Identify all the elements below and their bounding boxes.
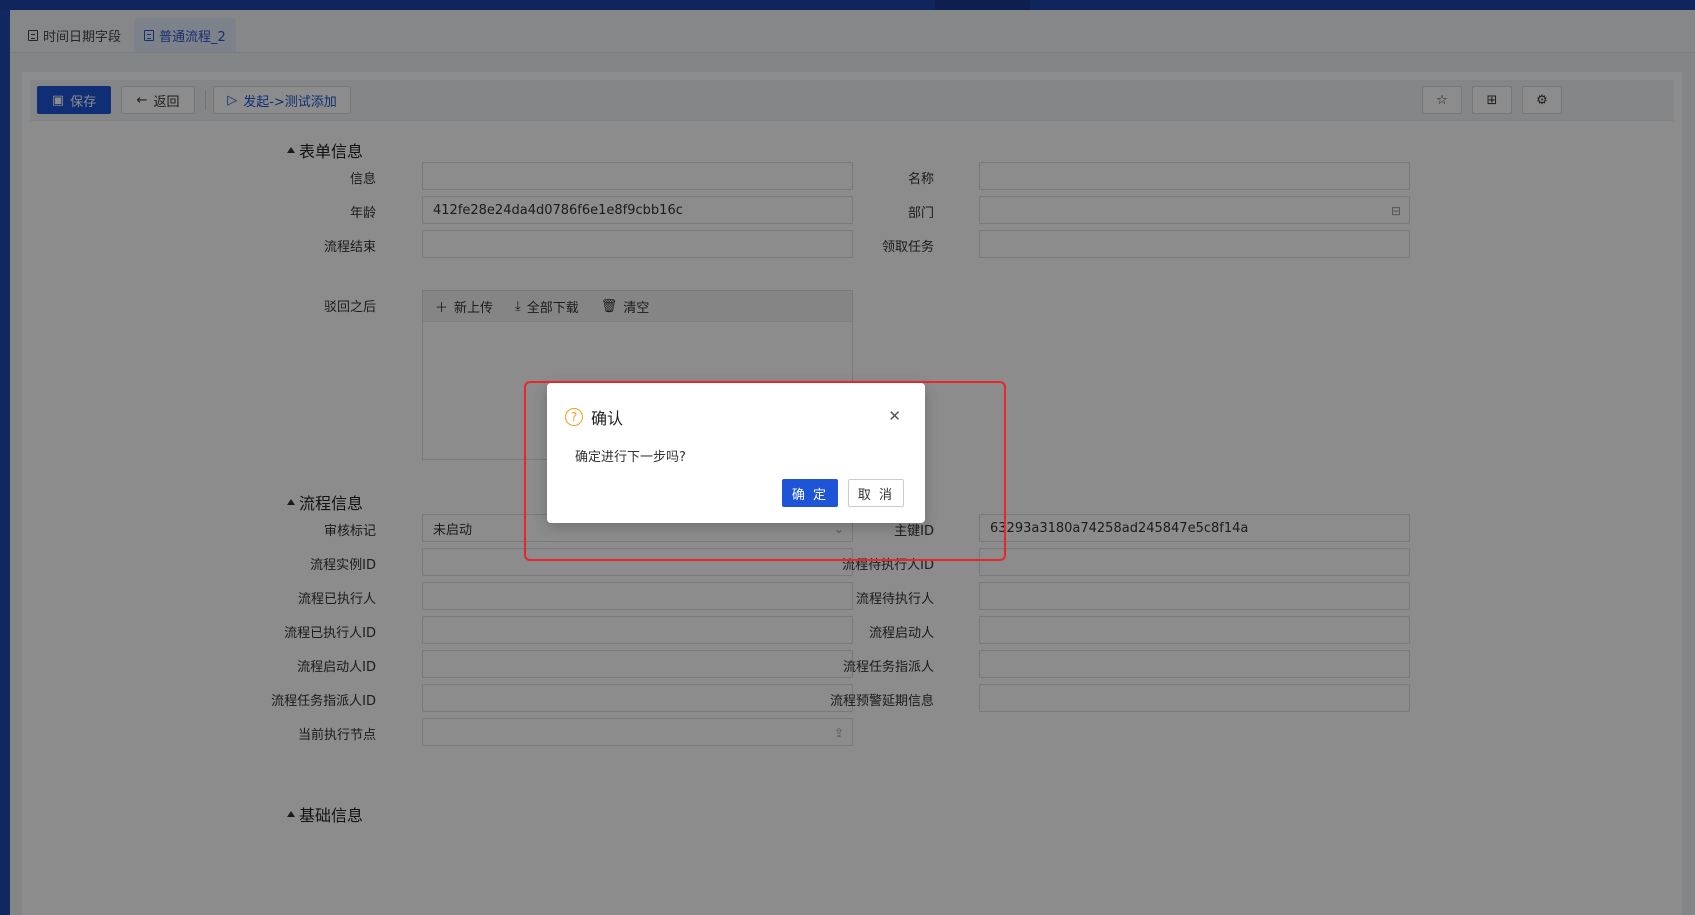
highlight-box: [524, 381, 1006, 561]
